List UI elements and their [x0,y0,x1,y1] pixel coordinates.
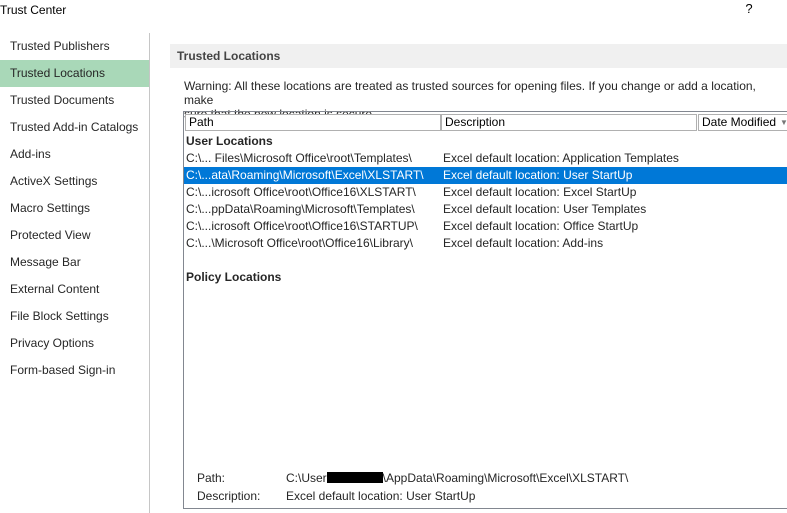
sidebar-item-macro-settings[interactable]: Macro Settings [0,195,149,222]
location-description: Excel default location: Add-ins [443,236,604,250]
location-description: Excel default location: User Templates [443,202,647,216]
column-header-path[interactable]: Path [185,114,441,131]
sidebar-item-file-block-settings[interactable]: File Block Settings [0,303,149,330]
sidebar-item-privacy-options[interactable]: Privacy Options [0,330,149,357]
detail-description-value: Excel default location: User StartUp [286,489,476,503]
help-button[interactable]: ? [742,1,756,19]
sidebar: Trusted Publishers Trusted Locations Tru… [0,33,150,513]
trusted-locations-panel: Trusted Locations Warning: All these loc… [170,44,787,513]
location-description: Excel default location: Application Temp… [443,151,679,165]
redaction-block [326,472,383,483]
location-path: C:\...icrosoft Office\root\Office16\STAR… [186,219,418,233]
sidebar-item-external-content[interactable]: External Content [0,276,149,303]
location-path: C:\...icrosoft Office\root\Office16\XLST… [186,185,416,199]
column-header-date-modified[interactable]: Date Modified▼ [698,114,787,131]
location-path: C:\...ppData\Roaming\Microsoft\Templates… [186,202,415,216]
list-item[interactable]: C:\... Files\Microsoft Office\root\Templ… [184,150,787,167]
location-path: C:\...ata\Roaming\Microsoft\Excel\XLSTAR… [186,168,424,182]
list-item[interactable]: C:\...icrosoft Office\root\Office16\STAR… [184,218,787,235]
list-item-selected[interactable]: C:\...ata\Roaming\Microsoft\Excel\XLSTAR… [184,167,787,184]
sidebar-item-form-based-sign-in[interactable]: Form-based Sign-in [0,357,149,384]
sidebar-item-activex-settings[interactable]: ActiveX Settings [0,168,149,195]
group-policy-locations: Policy Locations [186,270,282,284]
detail-path-prefix: C:\User [286,471,327,485]
section-title: Trusted Locations [170,44,787,68]
detail-path-suffix: \AppData\Roaming\Microsoft\Excel\XLSTART… [382,471,629,485]
group-user-locations: User Locations [186,134,273,148]
sidebar-item-trusted-publishers[interactable]: Trusted Publishers [0,33,149,60]
sidebar-item-trusted-add-in-catalogs[interactable]: Trusted Add-in Catalogs [0,114,149,141]
window-title: Trust Center [0,3,67,17]
sidebar-item-trusted-documents[interactable]: Trusted Documents [0,87,149,114]
location-description: Excel default location: Office StartUp [443,219,639,233]
location-path: C:\... Files\Microsoft Office\root\Templ… [186,151,412,165]
detail-path-label: Path: [197,471,226,485]
list-item[interactable]: C:\...\Microsoft Office\root\Office16\Li… [184,235,787,252]
locations-list[interactable]: Path Description Date Modified▼ User Loc… [183,111,787,509]
detail-description-label: Description: [197,489,261,503]
location-path: C:\...\Microsoft Office\root\Office16\Li… [186,236,413,250]
sidebar-item-message-bar[interactable]: Message Bar [0,249,149,276]
title-bar: Trust Center ? [0,0,787,22]
sidebar-item-trusted-locations[interactable]: Trusted Locations [0,60,149,87]
list-item[interactable]: C:\...ppData\Roaming\Microsoft\Templates… [184,201,787,218]
location-description: Excel default location: User StartUp [443,168,633,182]
warning-line-1: Warning: All these locations are treated… [184,79,756,107]
column-header-description[interactable]: Description [441,114,697,131]
location-description: Excel default location: Excel StartUp [443,185,637,199]
chevron-down-icon: ▼ [780,115,787,130]
detail-path-value: C:\User \AppData\Roaming\Microsoft\Excel\… [286,471,628,485]
sidebar-item-add-ins[interactable]: Add-ins [0,141,149,168]
list-item[interactable]: C:\...icrosoft Office\root\Office16\XLST… [184,184,787,201]
sidebar-item-protected-view[interactable]: Protected View [0,222,149,249]
